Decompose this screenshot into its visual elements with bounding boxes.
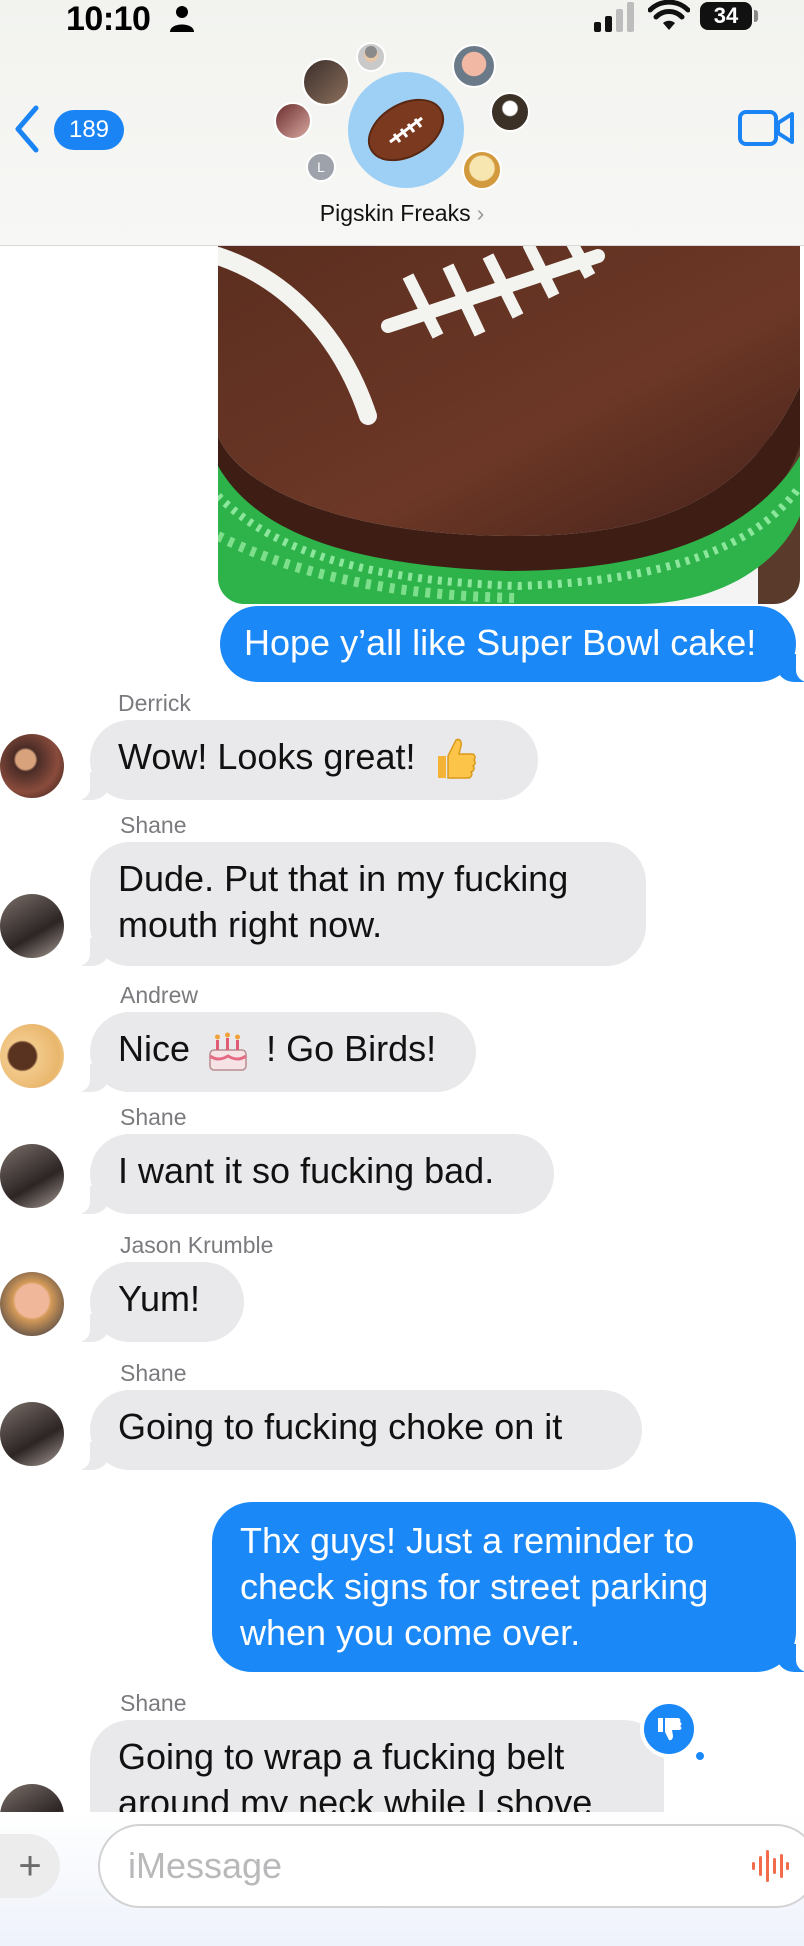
participant-avatar [274,102,312,140]
message-text: Hope y’all like Super Bowl cake! [244,622,757,663]
football-icon [368,98,444,162]
message-text: ! Go Birds! [266,1028,437,1069]
sender-avatar[interactable] [0,1402,64,1466]
imessage-input[interactable] [98,1824,804,1908]
incoming-message-bubble[interactable]: Going to fucking choke on it [70,1390,642,1470]
incoming-message-bubble[interactable]: Yum! [70,1262,244,1342]
sender-name: Shane [120,812,187,838]
thumbs-up-icon [437,739,476,780]
message-text: Thx guys! Just a reminder to check signs… [240,1520,709,1653]
sender-avatar[interactable] [0,894,64,958]
message-text: Going to wrap a fucking belt around my n… [118,1736,593,1823]
outgoing-message-bubble[interactable]: Hope y’all like Super Bowl cake! [220,606,804,682]
participant-avatar [302,58,350,106]
message-text: Dude. Put that in my fucking mouth right… [118,858,569,945]
participant-avatar [490,92,530,132]
message-text: Going to fucking choke on it [118,1406,563,1447]
participant-initial-avatar: L [306,152,336,182]
outgoing-message-bubble[interactable]: Thx guys! Just a reminder to check signs… [212,1502,804,1672]
facetime-video-icon[interactable] [738,108,794,148]
participant-avatar [356,42,386,72]
sender-name: Jason Krumble [120,1232,274,1258]
chevron-right-icon: › [476,200,485,226]
thumbs-down-icon [658,1718,682,1741]
sender-avatar[interactable] [0,1024,64,1088]
participant-avatar [452,44,496,88]
wifi-icon [648,0,690,30]
unread-count-badge[interactable]: 189 [54,110,124,150]
messages-screen: 10:10 34 189 L Pigskin Freaks › Hope y’a… [0,0,804,1946]
group-avatar[interactable] [348,72,464,188]
status-time: 10:10 [66,0,151,38]
cellular-signal-icon [594,2,634,32]
thumbs-down-reaction[interactable] [640,1700,698,1758]
battery-tip [754,10,758,22]
back-chevron-icon[interactable] [12,104,42,154]
sender-name: Shane [120,1360,187,1386]
audio-message-icon[interactable] [750,1848,790,1884]
message-text: Wow! Looks great! [118,736,416,777]
participant-initial: L [317,159,325,175]
incoming-message-bubble[interactable]: Wow! Looks great! [70,720,538,800]
message-text: Yum! [118,1278,201,1319]
sender-name: Andrew [120,982,198,1008]
conversation-header: 10:10 34 189 L Pigskin Freaks › [0,0,804,246]
incoming-message-bubble[interactable]: I want it so fucking bad. [70,1134,554,1214]
sender-name: Shane [120,1690,187,1716]
participant-avatar [462,150,502,190]
incoming-message-bubble[interactable]: Nice ! Go Birds! [70,1012,476,1092]
sender-name: Derrick [118,690,191,716]
message-text: Nice [118,1028,191,1069]
message-text: I want it so fucking bad. [118,1150,495,1191]
person-icon [170,6,194,32]
group-name[interactable]: Pigskin Freaks › [0,200,804,227]
plus-icon: + [18,1843,42,1888]
football-cake-image [218,236,800,604]
battery-indicator: 34 [700,2,752,30]
group-name-text: Pigskin Freaks [319,200,471,226]
birthday-cake-icon [209,1032,247,1072]
incoming-message-bubble[interactable]: Dude. Put that in my fucking mouth right… [70,842,646,966]
sender-name: Shane [120,1104,187,1130]
shared-cake-photo[interactable] [218,236,800,604]
sender-avatar[interactable] [0,1144,64,1208]
sender-avatar[interactable] [0,734,64,798]
reaction-tail-dot [694,1750,706,1762]
sender-avatar[interactable] [0,1272,64,1336]
